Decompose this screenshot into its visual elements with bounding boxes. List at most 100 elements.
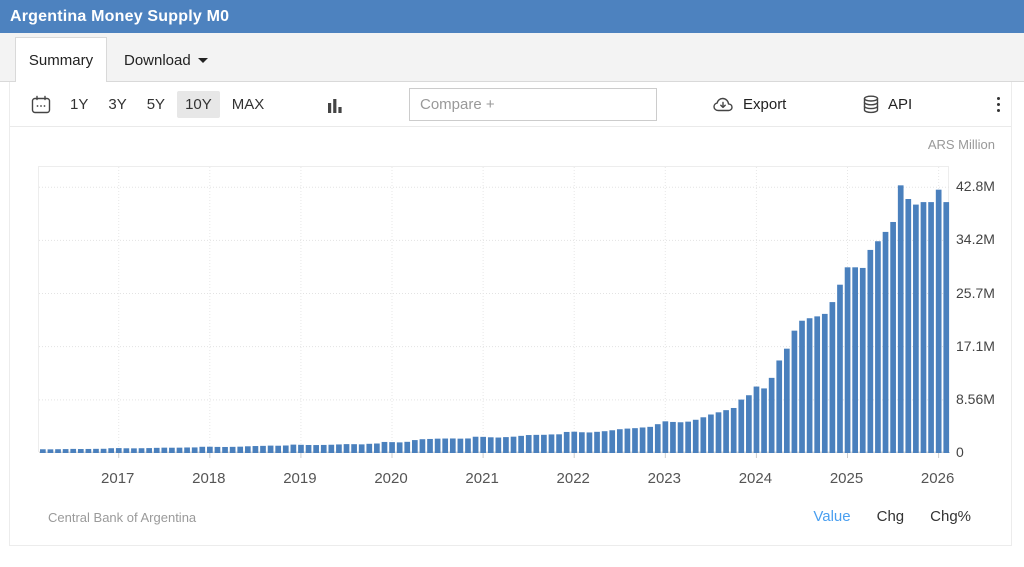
api-button[interactable]: API <box>862 82 912 127</box>
bar[interactable] <box>458 439 464 453</box>
bar[interactable] <box>93 449 99 453</box>
bar[interactable] <box>496 438 502 453</box>
bar[interactable] <box>116 448 122 453</box>
bar[interactable] <box>716 412 722 453</box>
bar[interactable] <box>837 285 843 453</box>
bar[interactable] <box>359 444 365 453</box>
bar[interactable] <box>70 449 76 453</box>
bar[interactable] <box>161 448 167 453</box>
bar[interactable] <box>875 241 881 453</box>
bar[interactable] <box>746 395 752 453</box>
bar[interactable] <box>754 387 760 453</box>
bar[interactable] <box>389 442 395 453</box>
bar[interactable] <box>708 415 714 454</box>
bar[interactable] <box>154 448 160 453</box>
bar[interactable] <box>579 432 585 453</box>
bar[interactable] <box>784 349 790 453</box>
bar[interactable] <box>306 445 312 453</box>
bar[interactable] <box>131 448 137 453</box>
bar[interactable] <box>564 432 570 453</box>
bar[interactable] <box>298 445 304 453</box>
bar[interactable] <box>685 422 691 453</box>
bar[interactable] <box>382 442 388 453</box>
bar[interactable] <box>587 432 593 453</box>
bar[interactable] <box>549 434 555 453</box>
bar[interactable] <box>913 205 919 453</box>
bar[interactable] <box>640 427 646 453</box>
bar[interactable] <box>237 447 243 453</box>
bar[interactable] <box>518 436 524 453</box>
bar[interactable] <box>678 422 684 453</box>
range-button-max[interactable]: MAX <box>224 91 273 118</box>
bar[interactable] <box>40 449 46 453</box>
bar[interactable] <box>822 314 828 453</box>
compare-input[interactable] <box>409 88 657 121</box>
bar[interactable] <box>230 447 236 453</box>
bar[interactable] <box>594 432 600 453</box>
bar[interactable] <box>602 431 608 453</box>
bar[interactable] <box>291 445 297 453</box>
bar[interactable] <box>328 445 334 453</box>
bar[interactable] <box>427 439 433 453</box>
bar[interactable] <box>943 202 949 453</box>
bar[interactable] <box>253 446 259 453</box>
bar[interactable] <box>207 447 213 453</box>
range-button-5y[interactable]: 5Y <box>139 91 173 118</box>
bar[interactable] <box>511 437 517 453</box>
bar[interactable] <box>503 437 509 453</box>
bar[interactable] <box>169 448 175 453</box>
more-options-button[interactable] <box>986 82 1010 127</box>
bar[interactable] <box>700 417 706 453</box>
bar[interactable] <box>420 439 426 453</box>
bar[interactable] <box>480 437 486 453</box>
bar[interactable] <box>693 420 699 453</box>
bar[interactable] <box>78 449 84 453</box>
bar[interactable] <box>260 446 266 453</box>
bar[interactable] <box>101 449 107 453</box>
bar[interactable] <box>268 446 274 453</box>
bar[interactable] <box>245 446 251 453</box>
bar[interactable] <box>124 448 130 453</box>
bar[interactable] <box>184 447 190 453</box>
bar[interactable] <box>397 442 403 453</box>
bar[interactable] <box>625 429 631 453</box>
bar[interactable] <box>761 388 767 453</box>
bar[interactable] <box>48 449 54 453</box>
bar[interactable] <box>670 422 676 453</box>
footer-link-chg[interactable]: Chg <box>877 508 905 525</box>
export-button[interactable]: Export <box>712 82 786 127</box>
bar[interactable] <box>731 408 737 453</box>
bar[interactable] <box>351 444 357 453</box>
bar[interactable] <box>807 318 813 453</box>
bar[interactable] <box>571 432 577 453</box>
bar[interactable] <box>799 321 805 453</box>
bar[interactable] <box>488 437 494 453</box>
tab-summary[interactable]: Summary <box>15 37 107 83</box>
plot-area[interactable] <box>38 166 949 452</box>
bar[interactable] <box>814 316 820 453</box>
bar[interactable] <box>867 250 873 453</box>
bar[interactable] <box>192 447 198 453</box>
calendar-button[interactable] <box>31 82 51 127</box>
bar[interactable] <box>928 202 934 453</box>
range-button-3y[interactable]: 3Y <box>100 91 134 118</box>
bar[interactable] <box>526 435 532 453</box>
bar[interactable] <box>215 447 221 453</box>
bar[interactable] <box>921 202 927 453</box>
bar[interactable] <box>609 430 615 453</box>
bar[interactable] <box>86 449 92 453</box>
bar[interactable] <box>465 438 471 453</box>
bar[interactable] <box>63 449 69 453</box>
bar[interactable] <box>776 360 782 453</box>
bar[interactable] <box>344 444 350 453</box>
bar[interactable] <box>108 448 114 453</box>
bar[interactable] <box>177 448 183 453</box>
bar[interactable] <box>533 435 539 453</box>
bar[interactable] <box>374 444 380 454</box>
bar[interactable] <box>404 442 410 453</box>
bar[interactable] <box>366 444 372 453</box>
bar[interactable] <box>830 302 836 453</box>
bar[interactable] <box>723 410 729 453</box>
bar[interactable] <box>617 429 623 453</box>
chart-type-button[interactable] <box>327 82 343 127</box>
